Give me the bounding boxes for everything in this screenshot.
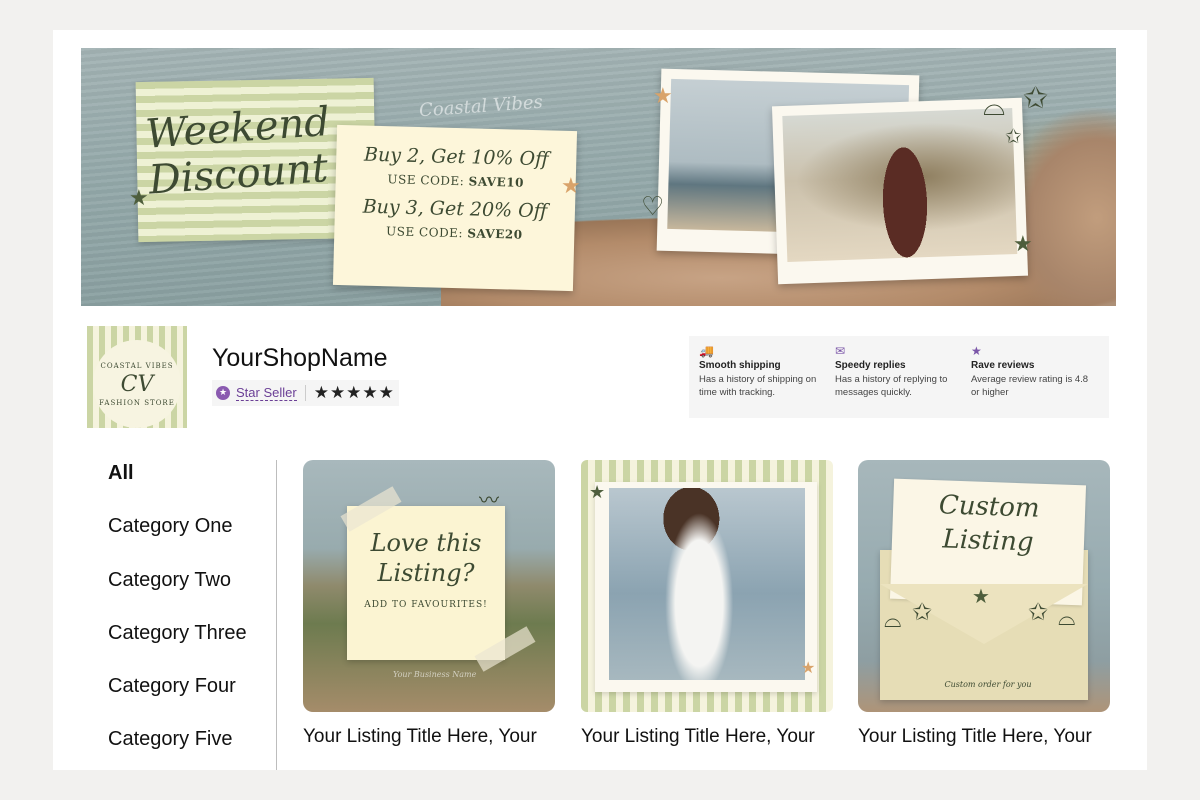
star-icon: ★ <box>589 482 606 503</box>
bird-icon: 〰 <box>479 488 499 512</box>
feature-description: Has a history of replying to messages qu… <box>835 374 948 398</box>
category-four[interactable]: Category Four <box>108 669 247 722</box>
offer-2-code-prefix: USE CODE: <box>385 224 464 241</box>
feature-speedy-replies: ✉ Speedy replies Has a history of replyi… <box>831 344 967 410</box>
listing-image[interactable]: ★ ★ <box>581 460 833 712</box>
star-icon: ★ <box>129 186 149 211</box>
feature-rave-reviews: ★ Rave reviews Average review rating is … <box>967 344 1103 410</box>
listing-image[interactable]: Love this Listing? ADD TO FAVOURITES! 〰 … <box>303 460 555 712</box>
star-icon: ★ <box>801 658 816 677</box>
offer-1-text: Buy 2, Get 10% Off <box>363 143 549 171</box>
offer-1-code-line: USE CODE: SAVE10 <box>336 171 576 191</box>
star-seller-row: ★ Star Seller ★★★★★ <box>212 380 399 406</box>
offer-2-code: SAVE20 <box>467 226 523 242</box>
offer-2-code-line: USE CODE: SAVE20 <box>334 223 574 243</box>
listing-note: Love this Listing? ADD TO FAVOURITES! <box>347 506 505 660</box>
shop-features-panel: 🚚 Smooth shipping Has a history of shipp… <box>689 336 1109 418</box>
category-divider <box>276 460 277 770</box>
shop-page: Weekend Discount Coastal Vibes Buy 2, Ge… <box>53 30 1147 770</box>
listing-image-script: Custom Listing <box>938 490 1041 558</box>
shop-logo[interactable]: COASTAL VIBES CV FASHION STORE <box>87 326 187 428</box>
listing-card[interactable]: Custom Listing ⌓ ✩ ✩ ⌓ ★ Custom order fo… <box>858 460 1110 748</box>
logo-bottom-text: FASHION STORE <box>99 398 175 407</box>
listing-image-script: Love this Listing? <box>370 529 482 587</box>
starfish-icon: ✩ <box>912 598 933 626</box>
starfish-icon: ✩ <box>1023 81 1049 116</box>
photo-frame <box>595 482 817 692</box>
listing-title[interactable]: Your Listing Title Here, Your <box>581 726 837 748</box>
star-icon: ★ <box>1013 232 1033 257</box>
offer-1-code-prefix: USE CODE: <box>387 172 465 189</box>
starfish-icon: ✩ <box>1005 124 1022 148</box>
listing-image-subtext: ADD TO FAVOURITES! <box>364 600 488 610</box>
category-five[interactable]: Category Five <box>108 722 247 775</box>
truck-icon: 🚚 <box>699 344 714 358</box>
seashell-icon: ⌓ <box>983 89 1006 122</box>
seashell-icon: ⌓ <box>1058 606 1076 631</box>
feature-title: Speedy replies <box>835 360 906 371</box>
logo-monogram: CV <box>120 371 154 397</box>
divider <box>304 385 306 401</box>
listing-photo <box>609 488 805 680</box>
shop-banner: Weekend Discount Coastal Vibes Buy 2, Ge… <box>81 48 1116 306</box>
listing-image-caption: Custom order for you <box>944 680 1032 689</box>
feature-title: Rave reviews <box>971 360 1035 371</box>
feature-description: Average review rating is 4.8 or higher <box>971 374 1089 398</box>
shop-name: YourShopName <box>212 344 388 372</box>
star-icon: ★ <box>972 584 990 608</box>
listing-title[interactable]: Your Listing Title Here, Your <box>303 726 559 748</box>
category-two[interactable]: Category Two <box>108 563 247 616</box>
category-nav: All Category One Category Two Category T… <box>108 456 247 776</box>
rating-stars[interactable]: ★★★★★ <box>314 383 395 403</box>
feature-title: Smooth shipping <box>699 360 781 371</box>
banner-tagline: Coastal Vibes <box>418 91 544 122</box>
message-icon: ✉ <box>835 344 846 358</box>
category-all[interactable]: All <box>108 456 247 509</box>
offer-card: Buy 2, Get 10% Off USE CODE: SAVE10 Buy … <box>332 124 578 292</box>
listing-title[interactable]: Your Listing Title Here, Your <box>858 726 1114 748</box>
offer-2-text: Buy 3, Get 20% Off <box>362 195 548 223</box>
offer-1-code: SAVE10 <box>468 174 525 190</box>
listing-image[interactable]: Custom Listing ⌓ ✩ ✩ ⌓ ★ Custom order fo… <box>858 460 1110 712</box>
star-badge-icon: ★ <box>971 344 982 358</box>
banner-photo-dunes <box>771 97 1029 285</box>
listing-image-caption: Your Business Name <box>393 670 477 679</box>
starfish-icon: ✩ <box>1028 598 1049 626</box>
feature-smooth-shipping: 🚚 Smooth shipping Has a history of shipp… <box>695 344 831 410</box>
listing-card[interactable]: Love this Listing? ADD TO FAVOURITES! 〰 … <box>303 460 555 748</box>
logo-top-text: COASTAL VIBES <box>100 361 174 370</box>
listing-card[interactable]: ★ ★ Your Listing Title Here, Your <box>581 460 833 748</box>
category-one[interactable]: Category One <box>108 509 247 562</box>
star-seller-badge-icon: ★ <box>216 386 230 400</box>
feature-description: Has a history of shipping on time with t… <box>699 374 817 398</box>
star-icon: ★ <box>561 174 581 199</box>
seashell-icon: ⌓ <box>884 608 902 633</box>
star-seller-link[interactable]: Star Seller <box>236 385 297 401</box>
category-three[interactable]: Category Three <box>108 616 247 669</box>
star-icon: ★ <box>653 84 673 109</box>
heart-icon: ♡ <box>641 192 665 222</box>
